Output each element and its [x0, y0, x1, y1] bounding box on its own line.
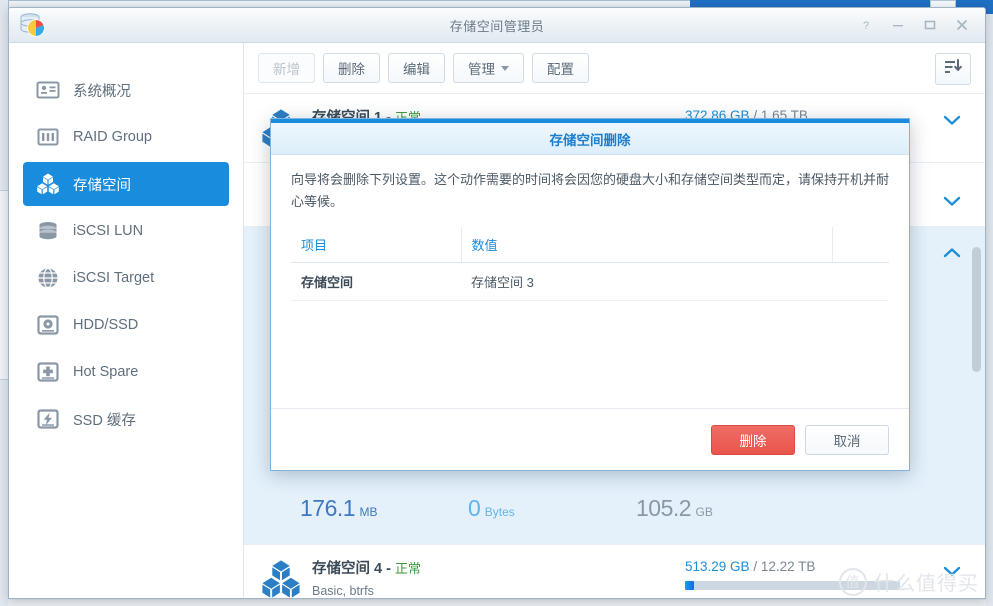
stat-item: 0 Bytes [468, 495, 636, 522]
sort-button[interactable] [935, 53, 971, 85]
stat-unit: Bytes [484, 505, 515, 519]
hdd-ssd-icon [35, 312, 61, 338]
stat-unit: MB [359, 505, 378, 519]
chevron-down-icon[interactable] [935, 104, 969, 126]
table-row[interactable]: 存储空间 4 - 正常 Basic, btrfs 513.29 GB / 12.… [244, 544, 985, 598]
stat-item: 105.2 GB [636, 495, 804, 522]
capacity-separator: / [753, 559, 758, 574]
window-title: 存储空间管理员 [449, 19, 545, 34]
sidebar-item-label: 系统概况 [73, 83, 131, 100]
window-controls: ? [851, 14, 977, 36]
dialog-footer: 删除 取消 [271, 408, 909, 470]
iscsi-target-icon [35, 265, 61, 291]
scrollbar-track[interactable] [972, 97, 983, 595]
window-titlebar: 存储空间管理员 ? [9, 8, 985, 43]
column-header-value: 数值 [461, 227, 833, 263]
sidebar-item-label: iSCSI Target [73, 270, 155, 286]
volume-capacity: 513.29 GB / 12.22 TB [685, 555, 935, 590]
edit-button[interactable]: 编辑 [388, 53, 445, 83]
chevron-down-icon[interactable] [935, 555, 969, 577]
cell-item: 存储空间 [291, 262, 461, 301]
sidebar-item-label: iSCSI LUN [73, 223, 144, 239]
dialog-title: 存储空间删除 [549, 132, 631, 148]
scrollbar-thumb[interactable] [972, 247, 981, 372]
sidebar-item-system-overview[interactable]: 系统概况 [23, 68, 229, 112]
toolbar: 新增 删除 编辑 管理 配置 [244, 43, 985, 93]
raid-group-icon [35, 124, 61, 150]
chevron-down-icon[interactable] [935, 173, 969, 207]
stat-unit: GB [695, 505, 713, 519]
sidebar-item-label: RAID Group [73, 129, 152, 145]
dialog-table: 项目 数值 存储空间 存储空间 3 [291, 227, 889, 301]
stat-value: 105.2 [636, 495, 692, 521]
volume-separator: - [386, 561, 391, 577]
svg-text:?: ? [863, 20, 869, 31]
volume-info: 存储空间 4 - 正常 Basic, btrfs [312, 555, 685, 598]
close-button[interactable] [947, 14, 977, 36]
volume-title-line: 存储空间 4 - 正常 [312, 557, 685, 578]
sidebar-item-storage-volume[interactable]: 存储空间 [23, 162, 229, 206]
chevron-up-icon[interactable] [935, 241, 969, 287]
cell-value: 存储空间 3 [461, 262, 833, 301]
configure-button[interactable]: 配置 [532, 53, 589, 83]
cancel-button[interactable]: 取消 [805, 424, 889, 455]
sidebar-item-hdd-ssd[interactable]: HDD/SSD [23, 303, 229, 347]
capacity-bar-fill [685, 581, 694, 590]
volume-subtitle: Basic, btrfs [312, 584, 374, 598]
dialog-body: 向导将会删除下列设置。这个动作需要的时间将会因您的硬盘大小和存储空间类型而定，请… [271, 155, 909, 301]
sidebar-item-label: HDD/SSD [73, 317, 139, 333]
capacity-used: 513.29 GB [685, 559, 750, 574]
iscsi-lun-icon [35, 218, 61, 244]
dialog-description: 向导将会删除下列设置。这个动作需要的时间将会因您的硬盘大小和存储空间类型而定，请… [291, 172, 890, 209]
minimize-button[interactable] [883, 14, 913, 36]
sidebar-item-label: SSD 缓存 [73, 412, 136, 429]
hot-spare-icon [35, 359, 61, 385]
volume-stats: 176.1 MB 0 Bytes 105.2 GB [244, 489, 985, 538]
create-button[interactable]: 新增 [258, 53, 315, 83]
capacity-bar [685, 581, 900, 590]
sidebar-item-iscsi-target[interactable]: iSCSI Target [23, 256, 229, 300]
sidebar-item-hot-spare[interactable]: Hot Spare [23, 350, 229, 394]
maximize-button[interactable] [915, 14, 945, 36]
status-badge: 正常 [395, 561, 422, 576]
storage-volume-icon [35, 171, 61, 197]
capacity-text: 513.29 GB / 12.22 TB [685, 559, 935, 574]
table-row: 存储空间 存储空间 3 [291, 262, 889, 301]
delete-volume-dialog: 存储空间删除 向导将会删除下列设置。这个动作需要的时间将会因您的硬盘大小和存储空… [270, 118, 910, 471]
stat-value: 176.1 [300, 495, 356, 521]
stat-item: 176.1 MB [300, 495, 468, 522]
window-bottom-edge [8, 600, 986, 606]
delete-button[interactable]: 删除 [323, 53, 380, 83]
screen: 存储空间管理员 ? 系统概况 RAID Group 存储空间 iSCSI LUN… [0, 0, 993, 606]
help-button[interactable]: ? [851, 14, 881, 36]
sidebar: 系统概况 RAID Group 存储空间 iSCSI LUN iSCSI Tar… [9, 43, 244, 598]
stat-value: 0 [468, 495, 481, 521]
sidebar-item-label: Hot Spare [73, 364, 139, 380]
sidebar-item-ssd-cache[interactable]: SSD 缓存 [23, 397, 229, 441]
sidebar-item-iscsi-lun[interactable]: iSCSI LUN [23, 209, 229, 253]
cell-spacer [832, 262, 889, 301]
dialog-header: 存储空间删除 [271, 123, 909, 155]
sidebar-item-label: 存储空间 [73, 177, 131, 194]
ssd-cache-icon [35, 406, 61, 432]
table-header-row: 项目 数值 [291, 227, 889, 263]
column-header-spacer [832, 227, 889, 263]
capacity-total: 12.22 TB [760, 559, 816, 574]
chevron-down-icon [501, 65, 509, 71]
manage-label: 管理 [468, 62, 495, 77]
storage-volume-icon [260, 557, 302, 598]
column-header-item: 项目 [291, 227, 462, 263]
confirm-delete-button[interactable]: 删除 [711, 424, 795, 455]
system-overview-icon [35, 77, 61, 103]
sort-descending-icon [944, 58, 962, 80]
volume-name: 存储空间 4 [312, 561, 383, 577]
sidebar-item-raid-group[interactable]: RAID Group [23, 115, 229, 159]
manage-dropdown-button[interactable]: 管理 [453, 53, 524, 83]
